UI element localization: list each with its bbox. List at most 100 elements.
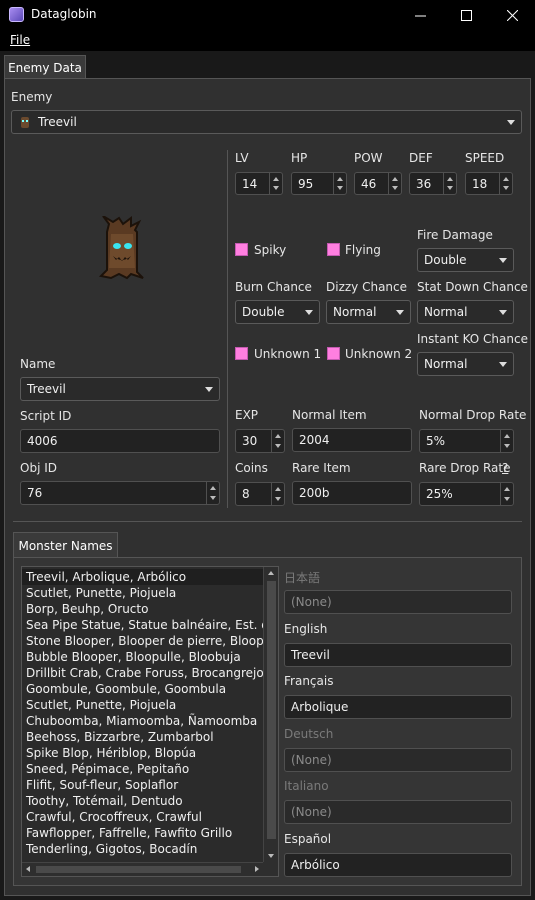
- hp-spinbox[interactable]: 95: [291, 172, 347, 195]
- normal-item-label: Normal Item: [292, 408, 367, 422]
- list-item[interactable]: Tenderling, Gigotos, Bocadín: [22, 841, 265, 857]
- monster-names-list[interactable]: Treevil, Arbolique, Arbólico Scutlet, Pun…: [21, 566, 279, 877]
- coins-spin-buttons[interactable]: [271, 483, 284, 505]
- list-item[interactable]: Bubble Blooper, Bloopulle, Bloobuja: [22, 649, 265, 665]
- lv-spin-buttons[interactable]: [269, 173, 282, 194]
- scroll-corner: [263, 862, 278, 876]
- tab-enemy-data[interactable]: Enemy Data: [4, 55, 86, 79]
- hscroll-thumb[interactable]: [36, 866, 241, 873]
- app-icon: [9, 7, 24, 22]
- monster-names-items: Treevil, Arbolique, Arbólico Scutlet, Pun…: [22, 567, 265, 857]
- fire-damage-label: Fire Damage: [417, 228, 493, 242]
- menu-file[interactable]: File: [10, 33, 30, 47]
- dizzy-chance-select[interactable]: Normal: [326, 300, 411, 324]
- normal-item-field[interactable]: 2004: [292, 428, 412, 452]
- close-button[interactable]: [489, 0, 535, 30]
- language-label: 日本語: [284, 571, 321, 585]
- list-item[interactable]: Stone Blooper, Blooper de pierre, Bloope…: [22, 633, 265, 649]
- normal-drop-rate-value: 5%: [426, 434, 446, 448]
- coins-spinbox[interactable]: 8: [235, 482, 285, 506]
- list-item[interactable]: Toothy, Totémail, Dentudo: [22, 793, 265, 809]
- speed-spinbox[interactable]: 18: [465, 172, 513, 195]
- exp-spinbox[interactable]: 30: [235, 429, 285, 453]
- lv-label: LV: [235, 151, 249, 165]
- window-title: Dataglobin: [31, 7, 97, 21]
- chevron-down-icon: [499, 362, 507, 367]
- unknown1-label: Unknown 1: [254, 347, 322, 361]
- flying-label: Flying: [345, 243, 381, 257]
- def-spinbox[interactable]: 36: [409, 172, 457, 195]
- normal-drop-rate-spin-buttons[interactable]: [500, 430, 513, 452]
- flying-checkbox[interactable]: [327, 243, 340, 256]
- list-item[interactable]: Crawful, Crocoffreux, Crawful: [22, 809, 265, 825]
- list-item[interactable]: Borp, Beuhp, Oructo: [22, 601, 265, 617]
- instant-ko-chance-select[interactable]: Normal: [417, 352, 514, 376]
- pow-spinbox[interactable]: 46: [354, 172, 402, 195]
- language-label: Italiano: [284, 779, 329, 793]
- hp-spin-buttons[interactable]: [333, 173, 346, 194]
- speed-label: SPEED: [465, 151, 505, 165]
- list-item[interactable]: Chuboomba, Miamoomba, Ñamoomba: [22, 713, 265, 729]
- name-select-value: Treevil: [27, 382, 66, 396]
- exp-label: EXP: [235, 408, 259, 422]
- burn-chance-select[interactable]: Double: [235, 300, 320, 324]
- rare-drop-rate-value: 25%: [426, 487, 453, 501]
- language-name-field[interactable]: Treevil: [284, 643, 512, 667]
- list-horizontal-scrollbar[interactable]: [22, 862, 263, 876]
- list-item[interactable]: Flifit, Souf-fleur, Soplaflor: [22, 777, 265, 793]
- spiky-checkbox[interactable]: [235, 243, 248, 256]
- language-name-field[interactable]: (None): [284, 800, 512, 824]
- maximize-button[interactable]: [443, 0, 489, 30]
- rare-drop-rate-spin-buttons[interactable]: [500, 483, 513, 505]
- horizontal-divider: [13, 521, 522, 522]
- list-item[interactable]: Treevil, Arbolique, Arbólico: [22, 569, 265, 585]
- list-item[interactable]: Goombule, Goombule, Goombula: [22, 681, 265, 697]
- name-select[interactable]: Treevil: [20, 377, 220, 401]
- speed-spin-buttons[interactable]: [499, 173, 512, 194]
- pow-spin-buttons[interactable]: [388, 173, 401, 194]
- list-item[interactable]: Fawflopper, Faffrelle, Fawfito Grillo: [22, 825, 265, 841]
- list-item[interactable]: Scutlet, Punette, Piojuela: [22, 585, 265, 601]
- language-label: Español: [284, 832, 332, 846]
- rare-item-label: Rare Item: [292, 461, 351, 475]
- tab-monster-names[interactable]: Monster Names: [13, 532, 118, 558]
- list-item[interactable]: Spike Blop, Hériblop, Blopúa: [22, 745, 265, 761]
- script-id-field[interactable]: 4006: [20, 429, 220, 453]
- stat-down-chance-select[interactable]: Normal: [417, 300, 514, 324]
- language-name-field[interactable]: (None): [284, 748, 512, 772]
- def-spin-buttons[interactable]: [443, 173, 456, 194]
- list-item[interactable]: Scutlet, Punette, Piojuela: [22, 697, 265, 713]
- minimize-button[interactable]: [397, 0, 443, 30]
- burn-chance-label: Burn Chance: [235, 280, 312, 294]
- enemy-select-value: Treevil: [38, 115, 77, 129]
- spiky-label: Spiky: [254, 243, 287, 257]
- obj-id-spinbox[interactable]: 76: [20, 481, 220, 505]
- unknown2-checkbox[interactable]: [327, 347, 340, 360]
- coins-value: 8: [242, 487, 250, 501]
- language-name-field[interactable]: Arbólico: [284, 853, 512, 877]
- lv-spinbox[interactable]: 14: [235, 172, 283, 195]
- rare-item-field[interactable]: 200b: [292, 481, 412, 505]
- list-vertical-scrollbar[interactable]: [263, 567, 278, 862]
- exp-spin-buttons[interactable]: [271, 430, 284, 452]
- scroll-thumb[interactable]: [267, 581, 276, 839]
- list-item[interactable]: Sneed, Pépimace, Pepitaño: [22, 761, 265, 777]
- language-name-field[interactable]: Arbolique: [284, 695, 512, 719]
- enemy-select[interactable]: Treevil: [11, 110, 522, 134]
- stat-down-chance-label: Stat Down Chance: [417, 280, 528, 294]
- unknown1-checkbox[interactable]: [235, 347, 248, 360]
- list-item[interactable]: Beehoss, Bizzarbre, Zumbarbol: [22, 729, 265, 745]
- pow-value: 46: [361, 176, 377, 191]
- rare-drop-rate-help-link[interactable]: ?: [502, 461, 508, 475]
- dizzy-chance-label: Dizzy Chance: [326, 280, 408, 294]
- fire-damage-select[interactable]: Double: [417, 248, 514, 272]
- language-name-field[interactable]: (None): [284, 590, 512, 614]
- close-icon: [506, 9, 518, 21]
- list-item[interactable]: Drillbit Crab, Crabe Foruss, Brocangrejo: [22, 665, 265, 681]
- lv-value: 14: [242, 176, 258, 191]
- scroll-right-icon: [255, 866, 259, 872]
- rare-drop-rate-spinbox[interactable]: 25%: [419, 482, 514, 506]
- list-item[interactable]: Sea Pipe Statue, Statue balnéaire, Est. …: [22, 617, 265, 633]
- obj-id-spin-buttons[interactable]: [206, 482, 219, 504]
- normal-drop-rate-spinbox[interactable]: 5%: [419, 429, 514, 453]
